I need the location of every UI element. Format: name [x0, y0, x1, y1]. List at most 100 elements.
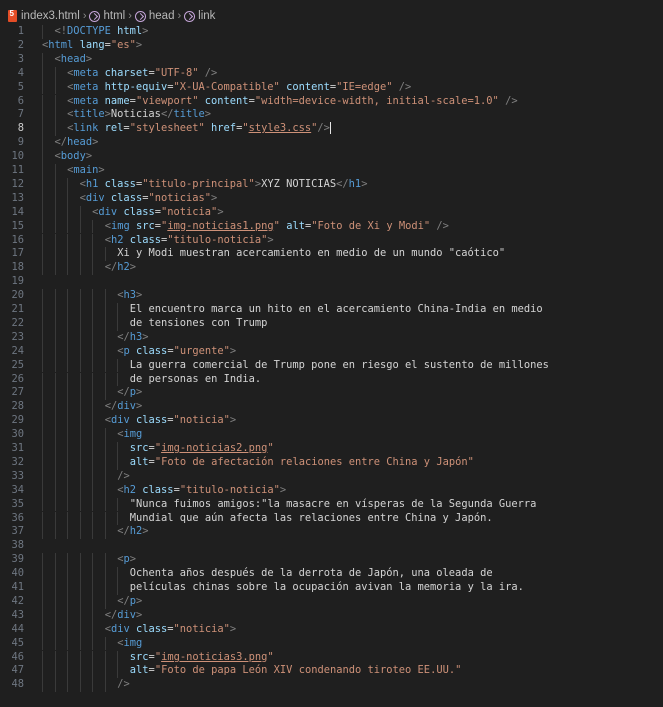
code-line[interactable]: 4 <meta charset="UTF-8" />	[0, 66, 663, 81]
code-line[interactable]: 29 <div class="noticia">	[0, 414, 663, 429]
code-line[interactable]: 35 "Nunca fuimos amigos:"la masacre en ví…	[0, 497, 663, 512]
code-line[interactable]: 13 <div class="noticias">	[0, 191, 663, 206]
code-line[interactable]: 17 Xi y Modi muestran acercamiento en med…	[0, 247, 663, 262]
indent-guide	[67, 233, 69, 248]
code-line[interactable]: 11 <main>	[0, 164, 663, 178]
code-line[interactable]: 47 alt="Foto de papa León XIV condenando …	[0, 664, 663, 679]
code-line[interactable]: 6 <meta name="viewport" content="width=de…	[0, 94, 663, 109]
code-line[interactable]: 8 <link rel="stylesheet" href="style3.css…	[0, 122, 663, 137]
code-line[interactable]: 41 películas chinas sobre la ocupación av…	[0, 581, 663, 595]
code-line[interactable]: 16 <h2 class="titulo-noticia">	[0, 233, 663, 248]
code-editor[interactable]: 1 <!DOCTYPE html> 2 <html lang="es"> 3 <head>…	[0, 23, 663, 707]
breadcrumb-item-link[interactable]: link	[198, 10, 215, 22]
indent-guide	[54, 455, 56, 470]
code-line[interactable]: 20 <h3>	[0, 289, 663, 303]
indent-guide	[92, 414, 94, 429]
code-text: <h2 class="titulo-noticia">	[105, 234, 274, 248]
code-token: content	[204, 94, 249, 107]
indent-guide	[104, 581, 106, 595]
code-line[interactable]: 9 </head>	[0, 136, 663, 151]
indent-guide	[42, 261, 43, 276]
line-number: 18	[11, 261, 24, 274]
line-number: 15	[11, 219, 24, 232]
indent-guide	[104, 511, 106, 526]
code-line[interactable]: 15 <img src="img-noticias1.png" alt="Foto…	[0, 219, 663, 234]
indent-guide	[79, 497, 81, 512]
breadcrumb-item-head[interactable]: head	[149, 10, 175, 22]
line-number: 36	[11, 511, 24, 524]
indent-guide	[54, 358, 56, 373]
code-line[interactable]: 36 Mundial que aún afecta las relaciones …	[0, 511, 663, 526]
code-token: charset	[104, 66, 149, 79]
code-token: >	[85, 52, 93, 65]
code-line[interactable]: 39 <p>	[0, 553, 663, 568]
indent-guide	[117, 303, 119, 317]
code-text: <main>	[67, 164, 105, 178]
code-line[interactable]: 21 El encuentro marca un hito en el acerc…	[0, 303, 663, 317]
code-token: alt	[129, 664, 149, 677]
code-token: "noticia"	[173, 414, 230, 427]
code-token: >	[229, 622, 237, 635]
line-number: 25	[11, 358, 24, 371]
code-line[interactable]: 1 <!DOCTYPE html>	[0, 25, 663, 39]
code-line[interactable]: 23 </h3>	[0, 330, 663, 345]
code-line[interactable]: 27 </p>	[0, 386, 663, 401]
code-line[interactable]: 24 <p class="urgente">	[0, 344, 663, 359]
indent-guide	[67, 400, 69, 415]
code-line[interactable]: 19	[0, 275, 663, 289]
code-token: "Foto de afectación relaciones entre Chi…	[154, 455, 474, 468]
code-token: name	[104, 94, 130, 107]
indent-guide	[104, 567, 106, 581]
indent-guide	[54, 344, 56, 359]
code-line[interactable]: 12 <h1 class="titulo-principal">XYZ NOTIC…	[0, 177, 663, 192]
code-line[interactable]: 40 Ochenta años después de la derrota de …	[0, 567, 663, 581]
code-line[interactable]: 37 </h2>	[0, 525, 663, 540]
code-token: >	[229, 414, 237, 427]
indent-guide	[104, 469, 106, 484]
code-line[interactable]: 22 de tensiones con Trump	[0, 316, 663, 331]
indent-guide	[42, 581, 43, 595]
code-line[interactable]: 33 />	[0, 469, 663, 484]
breadcrumb-item-html[interactable]: html	[103, 10, 125, 22]
code-line[interactable]: 48 />	[0, 678, 663, 693]
code-line[interactable]: 2 <html lang="es">	[0, 39, 663, 53]
code-line[interactable]: 46 src="img-noticias3.png"	[0, 650, 663, 665]
code-line[interactable]: 31 src="img-noticias2.png"	[0, 442, 663, 456]
breadcrumb-file[interactable]: index3.html	[21, 10, 80, 22]
code-text: </h3>	[117, 331, 148, 345]
code-line[interactable]: 42 </p>	[0, 594, 663, 609]
code-line[interactable]: 32 alt="Foto de afectación relaciones ent…	[0, 455, 663, 470]
code-line[interactable]: 14 <div class="noticia">	[0, 205, 663, 220]
line-number: 12	[11, 177, 24, 190]
indent-guide	[79, 553, 81, 568]
code-line[interactable]: 38	[0, 539, 663, 553]
indent-guide	[54, 316, 56, 331]
code-line[interactable]: 25 La guerra comercial de Trump pone en r…	[0, 358, 663, 373]
code-line[interactable]: 26 de personas en India.	[0, 372, 663, 387]
code-token: img-noticias3.png	[161, 650, 268, 663]
indent-guide	[104, 442, 106, 456]
code-token: >	[142, 330, 149, 343]
code-token: El encuentro marca un hito en el acercam…	[129, 303, 543, 315]
indent-guide	[42, 136, 43, 151]
code-line[interactable]: 7 <title>Noticias</title>	[0, 108, 663, 123]
code-line[interactable]: 44 <div class="noticia">	[0, 622, 663, 637]
code-line[interactable]: 30 <img	[0, 428, 663, 442]
indent-guide	[54, 483, 56, 498]
indent-guide	[104, 483, 106, 498]
code-line[interactable]: 43 </div>	[0, 608, 663, 623]
line-number: 46	[11, 650, 24, 663]
code-token: >	[92, 136, 99, 149]
code-text: <body>	[55, 150, 93, 164]
code-line[interactable]: 34 <h2 class="titulo-noticia">	[0, 483, 663, 498]
code-line[interactable]: 5 <meta http-equiv="X-UA-Compatible" cont…	[0, 80, 663, 95]
code-line[interactable]: 28 </div>	[0, 400, 663, 415]
code-line[interactable]: 10 <body>	[0, 150, 663, 164]
code-line[interactable]: 18 </h2>	[0, 261, 663, 276]
code-line[interactable]: 3 <head>	[0, 52, 663, 67]
indent-guide	[42, 622, 43, 637]
code-token: </	[54, 136, 68, 149]
indent-guide	[104, 330, 106, 345]
indent-guide	[67, 594, 69, 609]
code-line[interactable]: 45 <img	[0, 636, 663, 651]
